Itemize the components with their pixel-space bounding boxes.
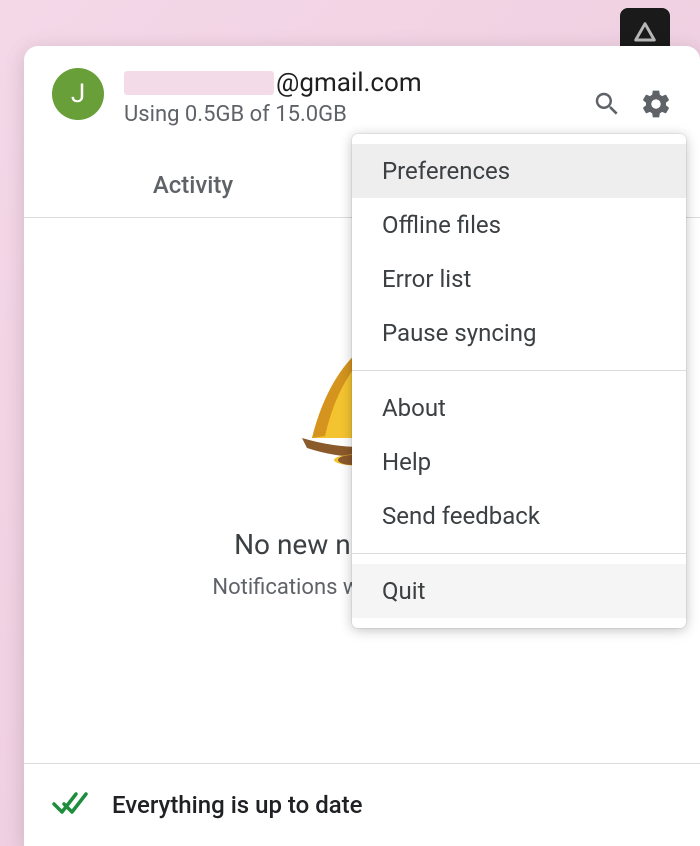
settings-button[interactable] (640, 88, 672, 124)
status-footer: Everything is up to date (24, 763, 700, 846)
header-actions (592, 68, 672, 124)
menu-item-send-feedback[interactable]: Send feedback (352, 489, 686, 543)
tab-activity[interactable]: Activity (24, 157, 362, 217)
menu-item-pause-syncing[interactable]: Pause syncing (352, 306, 686, 360)
menu-item-about[interactable]: About (352, 381, 686, 435)
drive-panel: J @gmail.com Using 0.5GB of 15.0GB Acti (24, 46, 700, 846)
panel-header: J @gmail.com Using 0.5GB of 15.0GB (24, 46, 700, 127)
menu-divider (352, 370, 686, 371)
avatar-initial: J (71, 79, 85, 109)
sync-status-text: Everything is up to date (112, 791, 363, 819)
account-info: @gmail.com Using 0.5GB of 15.0GB (124, 68, 572, 127)
menu-item-help[interactable]: Help (352, 435, 686, 489)
double-checkmark-icon (52, 790, 88, 816)
storage-usage-text: Using 0.5GB of 15.0GB (124, 102, 572, 127)
email-address: @gmail.com (124, 68, 572, 98)
menu-item-preferences[interactable]: Preferences (352, 144, 686, 198)
search-button[interactable] (592, 89, 622, 123)
settings-dropdown-menu: Preferences Offline files Error list Pau… (352, 134, 686, 628)
menu-item-quit[interactable]: Quit (352, 564, 686, 618)
email-redacted-portion (124, 71, 274, 95)
email-domain: @gmail.com (276, 68, 422, 98)
drive-triangle-icon (631, 19, 659, 47)
avatar[interactable]: J (52, 68, 104, 120)
menu-item-error-list[interactable]: Error list (352, 252, 686, 306)
menu-divider (352, 553, 686, 554)
menu-item-offline-files[interactable]: Offline files (352, 198, 686, 252)
gear-icon (640, 88, 672, 120)
search-icon (592, 89, 622, 119)
sync-status-icon (52, 790, 88, 820)
